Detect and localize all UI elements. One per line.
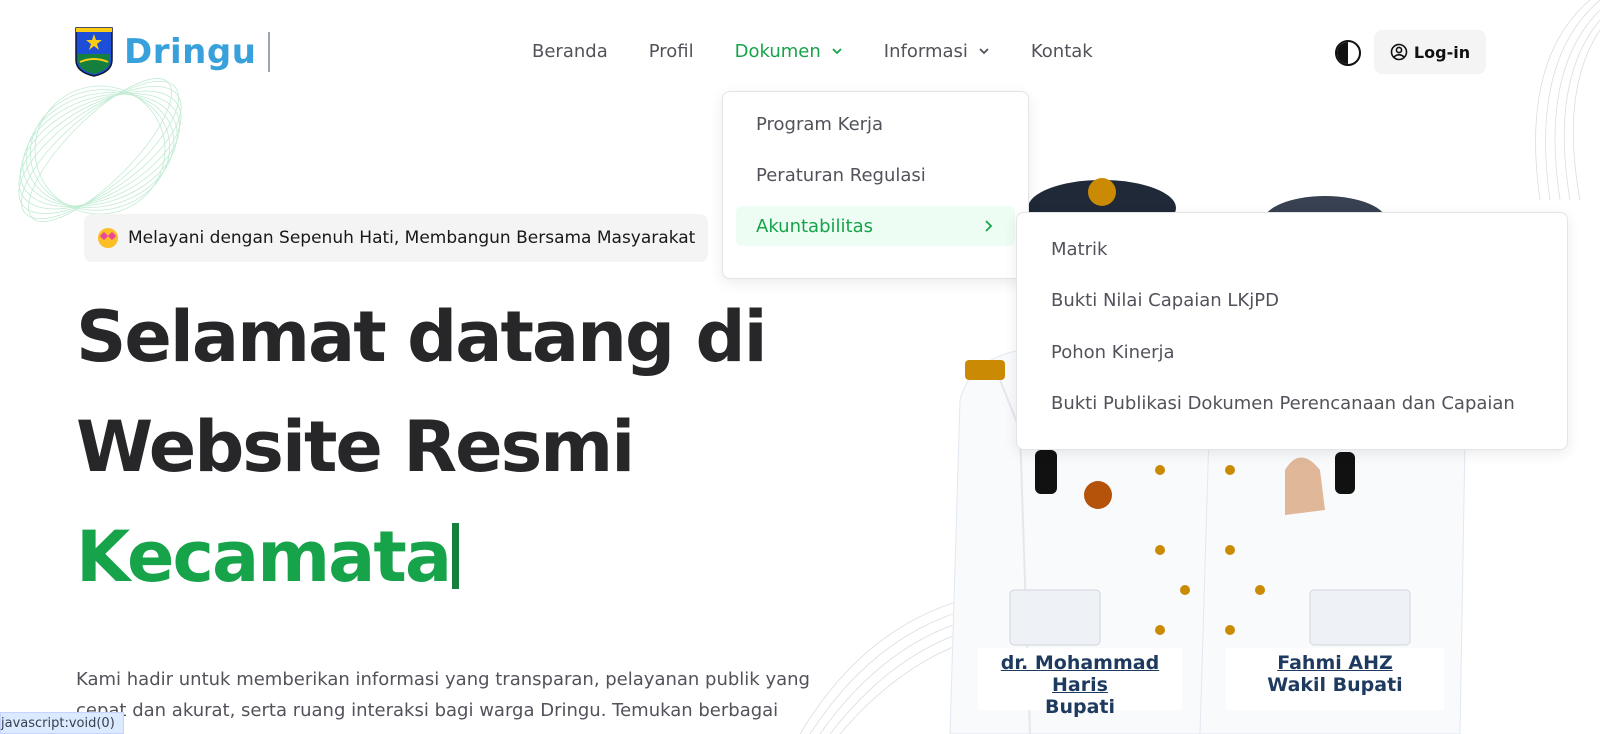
menu-item-label: Akuntabilitas xyxy=(756,215,873,237)
typing-caret xyxy=(268,32,271,72)
nav-beranda[interactable]: Beranda xyxy=(532,38,608,64)
submenu-item-bukti-nilai[interactable]: Bukti Nilai Capaian LKjPD xyxy=(1051,281,1533,321)
typing-cursor xyxy=(452,523,460,589)
nav-informasi[interactable]: Informasi xyxy=(884,38,990,64)
status-url: javascript:void(0) xyxy=(1,715,115,731)
login-label: Log-in xyxy=(1413,42,1471,62)
official-title: Wakil Bupati xyxy=(1267,674,1403,696)
submenu-item-matrik[interactable]: Matrik xyxy=(1051,229,1533,269)
hero-description-line: Kami hadir untuk memberikan informasi ya… xyxy=(76,669,810,690)
nav-dokumen[interactable]: Dokumen xyxy=(735,38,843,64)
chevron-down-icon xyxy=(832,48,842,55)
hero-description: Kami hadir untuk memberikan informasi ya… xyxy=(76,664,876,726)
submenu-item-label: Bukti Nilai Capaian LKjPD xyxy=(1051,290,1279,311)
half-circle-contrast-icon xyxy=(1337,42,1348,64)
nav-label: Informasi xyxy=(883,40,968,62)
hero-heading-line2: Website Resmi xyxy=(76,406,635,488)
brand-name: Dringu xyxy=(124,32,257,72)
nav-profil[interactable]: Profil xyxy=(649,38,694,64)
nav-label: Dokumen xyxy=(734,40,821,62)
nav-kontak[interactable]: Kontak xyxy=(1031,38,1093,64)
submenu-item-label: Bukti Publikasi Dokumen Perencanaan dan … xyxy=(1051,393,1515,414)
menu-item-label: Peraturan Regulasi xyxy=(756,164,926,186)
submenu-item-pohon-kinerja[interactable]: Pohon Kinerja xyxy=(1051,332,1533,372)
nav-label: Kontak xyxy=(1030,40,1093,62)
chevron-right-icon xyxy=(985,220,993,232)
official-name-card: Fahmi AHZ Wakil Bupati xyxy=(1226,648,1444,710)
chevron-down-icon xyxy=(979,48,989,55)
nav-label: Beranda xyxy=(532,40,608,62)
hero-heading-line1: Selamat datang di xyxy=(76,296,768,378)
submenu-item-label: Pohon Kinerja xyxy=(1051,341,1175,363)
submenu-item-bukti-publikasi[interactable]: Bukti Publikasi Dokumen Perencanaan dan … xyxy=(1051,384,1533,424)
official-name-card: dr. Mohammad Haris Bupati xyxy=(978,648,1182,718)
submenu-item-label: Matrik xyxy=(1051,238,1108,260)
menu-item-label: Program Kerja xyxy=(756,113,884,135)
official-name: Fahmi AHZ xyxy=(1277,652,1393,674)
background-swirl-right xyxy=(1535,0,1600,200)
tagline-badge: Melayani dengan Sepenuh Hati, Membangun … xyxy=(84,214,708,262)
login-button[interactable]: Log-in xyxy=(1374,30,1486,74)
official-name: dr. Mohammad Haris xyxy=(1000,652,1160,696)
hero-heading-line3: Kecamata xyxy=(76,516,460,598)
menu-item-program-kerja[interactable]: Program Kerja xyxy=(736,104,1015,144)
user-circle-icon xyxy=(1390,43,1408,61)
site-logo[interactable]: Dringu xyxy=(74,26,271,78)
nav-label: Profil xyxy=(648,40,694,62)
hero-typed-text: Kecamata xyxy=(76,516,452,598)
menu-item-akuntabilitas[interactable]: Akuntabilitas xyxy=(736,206,1015,246)
hero-description-line: cepat dan akurat, serta ruang interaksi … xyxy=(76,700,779,721)
dokumen-dropdown-menu: Program Kerja Peraturan Regulasi Akuntab… xyxy=(722,91,1029,279)
theme-toggle-button[interactable] xyxy=(1335,40,1361,66)
regency-emblem-icon xyxy=(75,27,113,77)
tagline-text: Melayani dengan Sepenuh Hati, Membangun … xyxy=(128,228,696,248)
main-nav: Beranda Profil Dokumen Informasi Kontak xyxy=(532,38,1134,64)
official-title: Bupati xyxy=(1044,696,1116,718)
menu-item-peraturan-regulasi[interactable]: Peraturan Regulasi xyxy=(736,155,1015,195)
akuntabilitas-submenu: Matrik Bukti Nilai Capaian LKjPD Pohon K… xyxy=(1016,212,1568,450)
heart-eyes-emoji-icon xyxy=(98,228,118,248)
browser-status-bar: javascript:void(0) xyxy=(0,712,124,734)
